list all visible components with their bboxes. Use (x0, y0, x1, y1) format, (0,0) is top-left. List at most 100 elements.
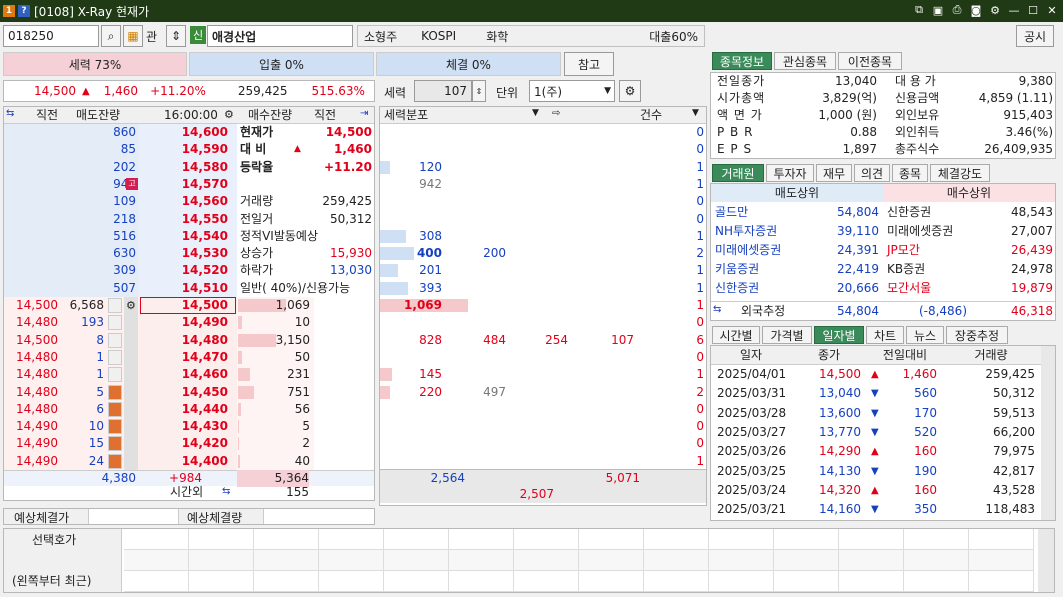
trade-scrollbar[interactable] (124, 297, 138, 470)
bid-price[interactable]: 14,490 (144, 314, 228, 331)
unit-select[interactable]: 1(주) ▼ (529, 80, 615, 102)
gear-icon[interactable]: ⚙ (126, 299, 136, 312)
tab-tabs2-0[interactable]: 거래원 (712, 164, 764, 182)
info-label-2: 외인보유 (895, 108, 940, 122)
down-arrow-icon: ▼ (871, 504, 879, 516)
bid-price[interactable]: 14,400 (144, 453, 228, 470)
arrow-icon[interactable]: ⇥ (360, 108, 368, 119)
bid-price[interactable]: 14,460 (144, 366, 228, 383)
force-b (450, 124, 506, 141)
link-icon[interactable]: ⧉ (912, 3, 926, 17)
mgmt-label[interactable]: 관 (146, 28, 157, 45)
buy-qty: 19,879 (1011, 281, 1053, 295)
selected-quote-cell (774, 571, 839, 592)
gear-icon[interactable]: ⚙ (619, 80, 641, 102)
chevron-down-icon[interactable]: ▼ (692, 108, 699, 118)
close-icon[interactable]: ✕ (1045, 3, 1059, 17)
ask-price[interactable]: 14,560 (144, 193, 228, 210)
tab-tabs2-1[interactable]: 투자자 (766, 164, 814, 182)
daily-scrollbar[interactable] (1041, 346, 1055, 520)
sell-broker[interactable]: 미래에셋증권 (715, 242, 781, 259)
search-icon[interactable]: ⌕ (101, 25, 121, 47)
ask-price[interactable]: 14,520 (144, 262, 228, 279)
inflow-bar: 입출 0% (189, 52, 374, 76)
buy-broker[interactable]: 미래에셋증권 (887, 223, 953, 240)
chevron-down-icon[interactable]: ▼ (532, 108, 539, 118)
after-hours-value: 155 (286, 485, 309, 499)
ask-price[interactable]: 14,600 (144, 124, 228, 141)
updown-icon[interactable]: ⇕ (166, 25, 186, 47)
ask-price[interactable]: 14,550 (144, 211, 228, 228)
tab-tabs1-2[interactable]: 이전종목 (838, 52, 902, 70)
tab-tabs2-2[interactable]: 재무 (816, 164, 852, 182)
gear-icon[interactable]: ⚙ (224, 108, 234, 121)
tab-tabs3-5[interactable]: 장중추정 (946, 326, 1008, 344)
swap-icon[interactable]: ⇆ (222, 486, 230, 497)
daily-header: 일자 종가 전일대비 거래량 (711, 346, 1055, 365)
swap-icon[interactable]: ⇆ (713, 304, 721, 315)
tab-tabs2-5[interactable]: 체결강도 (930, 164, 990, 182)
daily-date: 2025/03/27 (717, 424, 787, 439)
window-badge-help[interactable]: ? (18, 5, 30, 17)
tab-tabs3-1[interactable]: 가격별 (762, 326, 812, 344)
tab-tabs2-4[interactable]: 종목 (892, 164, 928, 182)
daily-change: 190 (914, 463, 937, 478)
maximize-icon[interactable]: ☐ (1026, 3, 1040, 17)
buy-broker[interactable]: 신한증권 (887, 204, 931, 221)
sell-broker[interactable]: NH투자증권 (715, 223, 777, 240)
bottom-scrollbar[interactable] (1038, 529, 1054, 592)
daily-close: 13,600 (819, 405, 861, 420)
notice-button[interactable]: 공시 (1016, 25, 1054, 47)
ask-price[interactable]: 14,530 (144, 245, 228, 262)
force-count: 1 (696, 263, 704, 278)
ask-price[interactable]: 14,580 (144, 159, 228, 176)
info-key: 거래량 (240, 194, 274, 209)
sell-broker[interactable]: 키움증권 (715, 261, 759, 278)
stock-code-input[interactable]: 018250 (3, 25, 99, 47)
settings-icon[interactable]: ⚙ (988, 3, 1002, 17)
ask-price[interactable]: 14,570 (144, 176, 228, 193)
buy-broker[interactable]: 모간서울 (887, 280, 931, 297)
orderbook-panel: ⇆ 직전 매도잔량 16:00:00 ⚙ 매수잔량 직전 ⇥ 860 14,60… (3, 106, 375, 501)
force-a: 308 (419, 228, 442, 243)
minimize-icon[interactable]: — (1007, 3, 1021, 17)
tab-tabs2-3[interactable]: 의견 (854, 164, 890, 182)
daily-date: 2025/03/31 (717, 386, 787, 401)
reference-button[interactable]: 참고 (564, 52, 614, 76)
sell-broker[interactable]: 골드만 (715, 204, 748, 221)
tab-tabs3-0[interactable]: 시간별 (712, 326, 760, 344)
tab-tabs3-3[interactable]: 차트 (866, 326, 904, 344)
tab-tabs1-1[interactable]: 관심종목 (774, 52, 836, 70)
bid-price[interactable]: 14,440 (144, 401, 228, 418)
tab-tabs3-4[interactable]: 뉴스 (906, 326, 944, 344)
ask-price[interactable]: 14,510 (144, 280, 228, 297)
sell-broker[interactable]: 신한증권 (715, 280, 759, 297)
buy-broker[interactable]: JP모간 (887, 242, 920, 259)
spinner-icon[interactable]: ⇕ (472, 80, 486, 102)
bid-price[interactable]: 14,470 (144, 349, 228, 366)
trade-qty: 6,568 (69, 298, 104, 312)
bid-price[interactable]: 14,420 (144, 435, 228, 452)
calendar-icon[interactable]: ▦ (123, 25, 143, 47)
ask-qty: 85 (120, 142, 136, 157)
sell-qty: 39,110 (837, 224, 879, 238)
print-icon[interactable]: ⎙ (950, 3, 964, 17)
swap-icon[interactable]: ⇆ (6, 108, 14, 119)
bid-price[interactable]: 14,430 (144, 418, 228, 435)
ask-price[interactable]: 14,590 (144, 141, 228, 158)
export-icon[interactable]: ⇨ (552, 108, 560, 119)
daily-volume: 43,528 (993, 482, 1035, 497)
tab-tabs1-0[interactable]: 종목정보 (712, 52, 772, 70)
buy-broker[interactable]: KB증권 (887, 261, 925, 278)
bid-price[interactable]: 14,450 (144, 384, 228, 401)
ask-price[interactable]: 14,540 (144, 228, 228, 245)
selected-quote-label: 선택호가 (32, 533, 77, 547)
selected-quote-cell (709, 571, 774, 592)
tab-tabs3-2[interactable]: 일자별 (814, 326, 864, 344)
save-icon[interactable]: ▣ (931, 3, 945, 17)
bid-price[interactable]: 14,480 (144, 332, 228, 349)
window-badge-1[interactable]: 1 (3, 5, 15, 17)
force-input[interactable]: 107 (414, 80, 472, 102)
capture-icon[interactable]: ◙ (969, 3, 983, 17)
force-a (380, 349, 442, 366)
